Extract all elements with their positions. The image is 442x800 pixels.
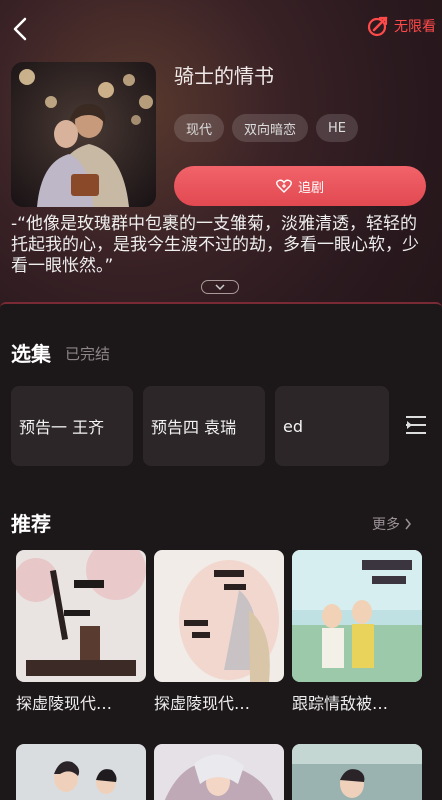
- episode-list-icon[interactable]: [404, 414, 428, 436]
- recommend-title-text[interactable]: 跟踪情敌被…: [292, 690, 388, 714]
- tag-list: 现代 双向暗恋 HE: [174, 114, 359, 142]
- more-button[interactable]: 更多: [372, 514, 412, 534]
- follow-drama-button[interactable]: 追剧: [174, 166, 426, 206]
- drama-description: -“他像是玫瑰群中包裹的一支雏菊，淡雅清透，轻轻的托起我的心，是我今生渡不过的劫…: [11, 214, 419, 276]
- unlimited-icon: [367, 16, 388, 37]
- back-arrow-icon[interactable]: [8, 14, 34, 44]
- drama-title: 骑士的情书: [174, 64, 274, 88]
- recommend-card-cover[interactable]: [292, 744, 422, 800]
- recommend-card-cover[interactable]: [154, 550, 284, 682]
- tag-chip[interactable]: HE: [316, 114, 359, 142]
- chevron-right-icon: [405, 518, 411, 530]
- episode-label: 预告一 王齐: [19, 418, 105, 437]
- episode-item[interactable]: 预告四 袁瑞: [143, 386, 265, 466]
- episode-label: ed: [283, 416, 303, 436]
- expand-description-button[interactable]: [201, 280, 239, 294]
- unlimited-label: 无限看: [394, 19, 436, 35]
- heart-plus-icon: [276, 179, 292, 193]
- episode-label: 预告四 袁瑞: [151, 418, 237, 437]
- hero-header: 无限看 骑士的情书 现代 双向暗恋 HE 追剧 -“他像是玫瑰群中包裹的一支雏菊…: [0, 0, 442, 310]
- episodes-title: 选集: [11, 342, 51, 366]
- more-label: 更多: [372, 517, 400, 533]
- tag-chip[interactable]: 双向暗恋: [232, 114, 309, 142]
- content-panel: 选集 已完结 预告一 王齐 预告四 袁瑞 ed 推荐 更多 探虚陵现代… 探虚陵…: [0, 302, 442, 800]
- chevron-down-icon: [215, 284, 225, 291]
- episode-item[interactable]: 预告一 王齐: [11, 386, 133, 466]
- follow-label: 追剧: [297, 180, 324, 196]
- episodes-status: 已完结: [65, 345, 111, 363]
- recommend-card-cover[interactable]: [154, 744, 284, 800]
- drama-cover-image: [11, 62, 156, 207]
- recommend-card-cover[interactable]: [16, 550, 146, 682]
- unlimited-watch-button[interactable]: 无限看: [366, 14, 436, 38]
- recommend-title-text[interactable]: 探虚陵现代…: [16, 690, 112, 714]
- recommend-title-text[interactable]: 探虚陵现代…: [154, 690, 250, 714]
- recommend-card-cover[interactable]: [292, 550, 422, 682]
- episode-item[interactable]: ed: [275, 386, 389, 466]
- recommend-card-cover[interactable]: [16, 744, 146, 800]
- recommend-title: 推荐: [11, 512, 51, 536]
- tag-chip[interactable]: 现代: [174, 114, 225, 142]
